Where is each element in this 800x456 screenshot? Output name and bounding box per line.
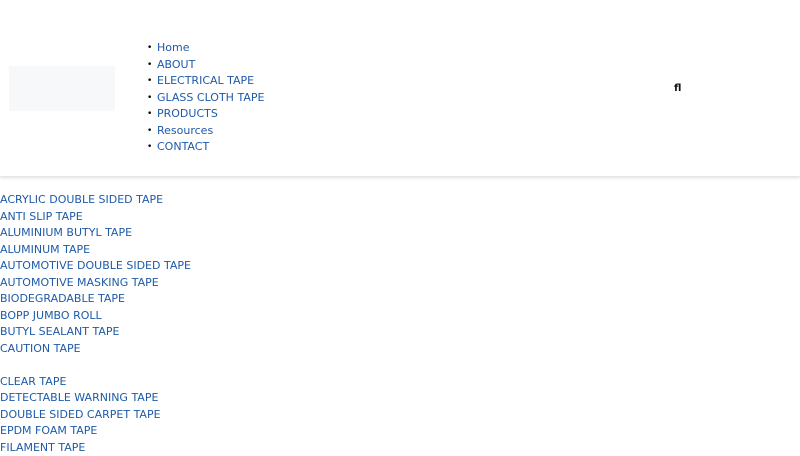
nav-item-glass-cloth-tape: •GLASS CLOTH TAPE: [157, 90, 264, 107]
category-link[interactable]: DETECTABLE WARNING TAPE: [0, 391, 158, 404]
nav-item-about: •ABOUT: [157, 57, 264, 74]
main-nav: •Home •ABOUT •ELECTRICAL TAPE •GLASS CLO…: [157, 40, 264, 156]
list-item: AUTOMOTIVE MASKING TAPE: [0, 275, 191, 292]
site-logo[interactable]: [9, 66, 115, 111]
bullet-icon: •: [147, 57, 152, 74]
nav-link-products[interactable]: PRODUCTS: [157, 107, 218, 120]
category-link[interactable]: BIODEGRADABLE TAPE: [0, 292, 125, 305]
category-link[interactable]: ALUMINIUM BUTYL TAPE: [0, 226, 132, 239]
category-link[interactable]: FILAMENT TAPE: [0, 441, 85, 454]
category-link[interactable]: AUTOMOTIVE MASKING TAPE: [0, 276, 159, 289]
nav-link-about[interactable]: ABOUT: [157, 58, 195, 71]
bullet-icon: •: [147, 139, 152, 156]
nav-link-contact[interactable]: CONTACT: [157, 140, 209, 153]
category-link[interactable]: CAUTION TAPE: [0, 342, 81, 355]
category-link[interactable]: DOUBLE SIDED CARPET TAPE: [0, 408, 161, 421]
search-icon[interactable]: ﬂ: [674, 83, 681, 94]
list-spacer: [0, 357, 191, 374]
nav-item-electrical-tape: •ELECTRICAL TAPE: [157, 73, 264, 90]
category-link[interactable]: EPDM FOAM TAPE: [0, 424, 97, 437]
list-item: ALUMINIUM BUTYL TAPE: [0, 225, 191, 242]
category-link[interactable]: AUTOMOTIVE DOUBLE SIDED TAPE: [0, 259, 191, 272]
nav-item-resources: •Resources: [157, 123, 264, 140]
category-link[interactable]: ALUMINUM TAPE: [0, 243, 90, 256]
list-item: CAUTION TAPE: [0, 341, 191, 358]
nav-link-electrical-tape[interactable]: ELECTRICAL TAPE: [157, 74, 254, 87]
nav-item-home: •Home: [157, 40, 264, 57]
site-header: •Home •ABOUT •ELECTRICAL TAPE •GLASS CLO…: [0, 0, 800, 177]
bullet-icon: •: [147, 123, 152, 140]
nav-item-contact: •CONTACT: [157, 139, 264, 156]
nav-link-resources[interactable]: Resources: [157, 124, 213, 137]
list-item: BOPP JUMBO ROLL: [0, 308, 191, 325]
nav-item-products: •PRODUCTS: [157, 106, 264, 123]
list-item: BIODEGRADABLE TAPE: [0, 291, 191, 308]
list-item: DOUBLE SIDED CARPET TAPE: [0, 407, 191, 424]
list-item: ANTI SLIP TAPE: [0, 209, 191, 226]
bullet-icon: •: [147, 40, 152, 57]
category-link[interactable]: CLEAR TAPE: [0, 375, 66, 388]
list-item: ALUMINUM TAPE: [0, 242, 191, 259]
list-item: EPDM FOAM TAPE: [0, 423, 191, 440]
list-item: AUTOMOTIVE DOUBLE SIDED TAPE: [0, 258, 191, 275]
list-item: DETECTABLE WARNING TAPE: [0, 390, 191, 407]
bullet-icon: •: [147, 106, 152, 123]
nav-link-home[interactable]: Home: [157, 41, 189, 54]
category-link[interactable]: BOPP JUMBO ROLL: [0, 309, 102, 322]
list-item: ACRYLIC DOUBLE SIDED TAPE: [0, 192, 191, 209]
list-item: FILAMENT TAPE: [0, 440, 191, 456]
bullet-icon: •: [147, 73, 152, 90]
category-link[interactable]: ANTI SLIP TAPE: [0, 210, 83, 223]
category-link[interactable]: BUTYL SEALANT TAPE: [0, 325, 119, 338]
category-list: ACRYLIC DOUBLE SIDED TAPE ANTI SLIP TAPE…: [0, 192, 191, 456]
nav-link-glass-cloth-tape[interactable]: GLASS CLOTH TAPE: [157, 91, 264, 104]
category-link[interactable]: ACRYLIC DOUBLE SIDED TAPE: [0, 193, 163, 206]
list-item: BUTYL SEALANT TAPE: [0, 324, 191, 341]
list-item: CLEAR TAPE: [0, 374, 191, 391]
bullet-icon: •: [147, 90, 152, 107]
